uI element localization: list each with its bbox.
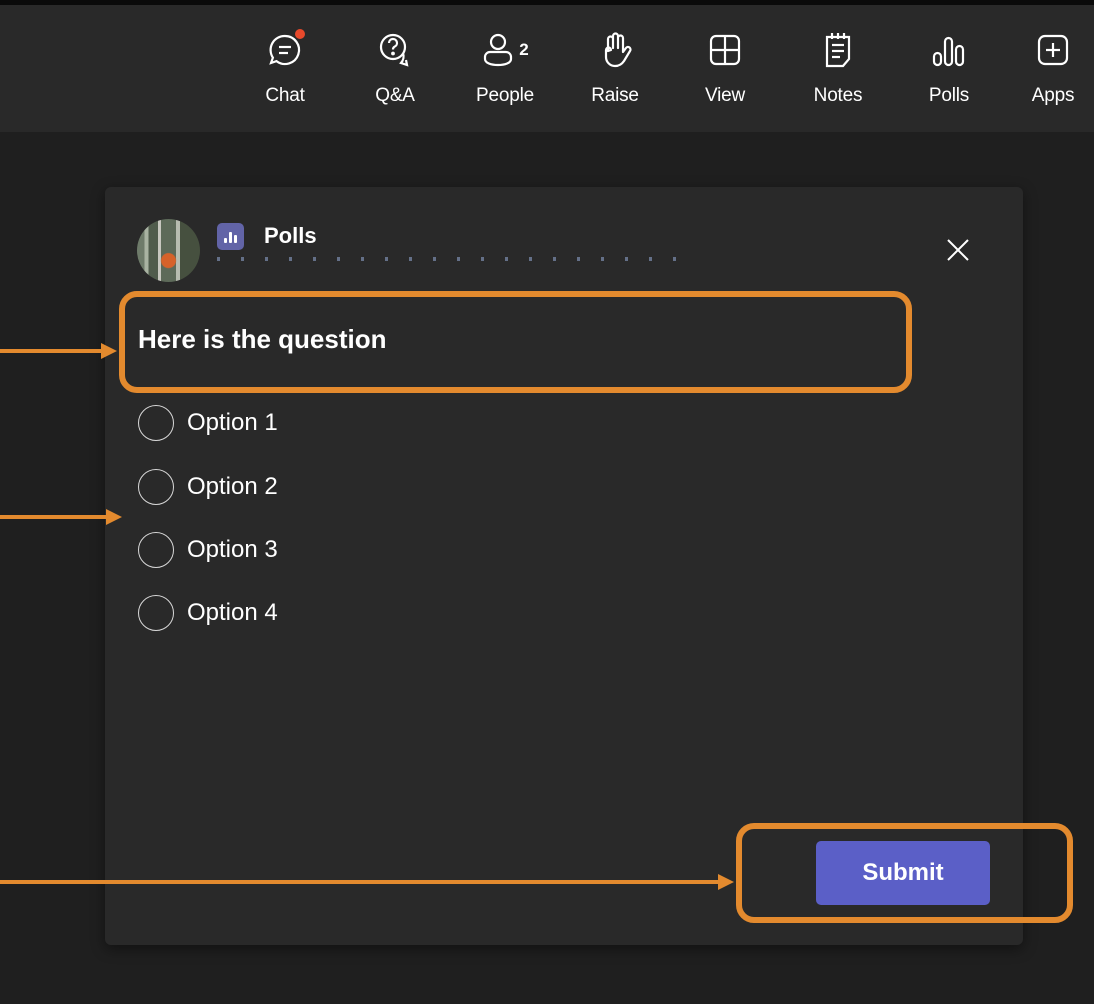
poll-option[interactable]: Option 2 (138, 467, 278, 507)
chat-icon (267, 27, 305, 73)
toolbar-people-button[interactable]: 2 People (460, 27, 550, 119)
poll-option[interactable]: Option 4 (138, 593, 278, 633)
apps-icon (1036, 27, 1070, 73)
toolbar-polls-label: Polls (928, 85, 970, 106)
close-icon (947, 239, 969, 261)
toolbar-polls-button[interactable]: Polls (904, 27, 994, 119)
option-label: Option 1 (187, 409, 278, 436)
avatar (137, 219, 200, 282)
toolbar-chat-label: Chat (265, 85, 305, 106)
radio-button[interactable] (138, 532, 174, 568)
toolbar-qa-label: Q&A (375, 85, 415, 106)
radio-button[interactable] (138, 405, 174, 441)
view-grid-icon (708, 27, 742, 73)
toolbar-qa-button[interactable]: Q&A (350, 27, 440, 119)
radio-button[interactable] (138, 595, 174, 631)
notes-icon (823, 27, 853, 73)
polls-icon (931, 27, 967, 73)
people-count: 2 (519, 40, 529, 59)
polls-app-icon (217, 223, 244, 250)
question-highlight-box (119, 291, 912, 393)
toolbar-raise-button[interactable]: Raise (570, 27, 660, 119)
toolbar-view-label: View (704, 85, 746, 106)
toolbar-apps-label: Apps (1031, 85, 1075, 106)
option-label: Option 3 (187, 536, 278, 563)
people-icon: 2 (481, 27, 529, 73)
poll-option[interactable]: Option 3 (138, 530, 278, 570)
raise-hand-icon (598, 27, 632, 73)
radio-button[interactable] (138, 469, 174, 505)
close-button[interactable] (943, 235, 973, 265)
poll-app-name: Polls (264, 223, 317, 248)
toolbar-people-label: People (476, 85, 534, 106)
toolbar-notes-label: Notes (813, 85, 863, 106)
qa-icon (376, 27, 414, 73)
toolbar-raise-label: Raise (591, 85, 639, 106)
toolbar-chat-button[interactable]: Chat (240, 27, 330, 119)
option-label: Option 2 (187, 473, 278, 500)
toolbar-apps-button[interactable]: Apps (1008, 27, 1094, 119)
submit-highlight-box (736, 823, 1073, 923)
poll-subtitle-redacted (217, 257, 687, 261)
toolbar-notes-button[interactable]: Notes (793, 27, 883, 119)
notification-dot (295, 29, 305, 39)
toolbar-view-button[interactable]: View (680, 27, 770, 119)
poll-option[interactable]: Option 1 (138, 403, 278, 443)
option-label: Option 4 (187, 599, 278, 626)
meeting-toolbar: Chat Q&A 2 People Raise View Notes Polls… (0, 5, 1094, 132)
